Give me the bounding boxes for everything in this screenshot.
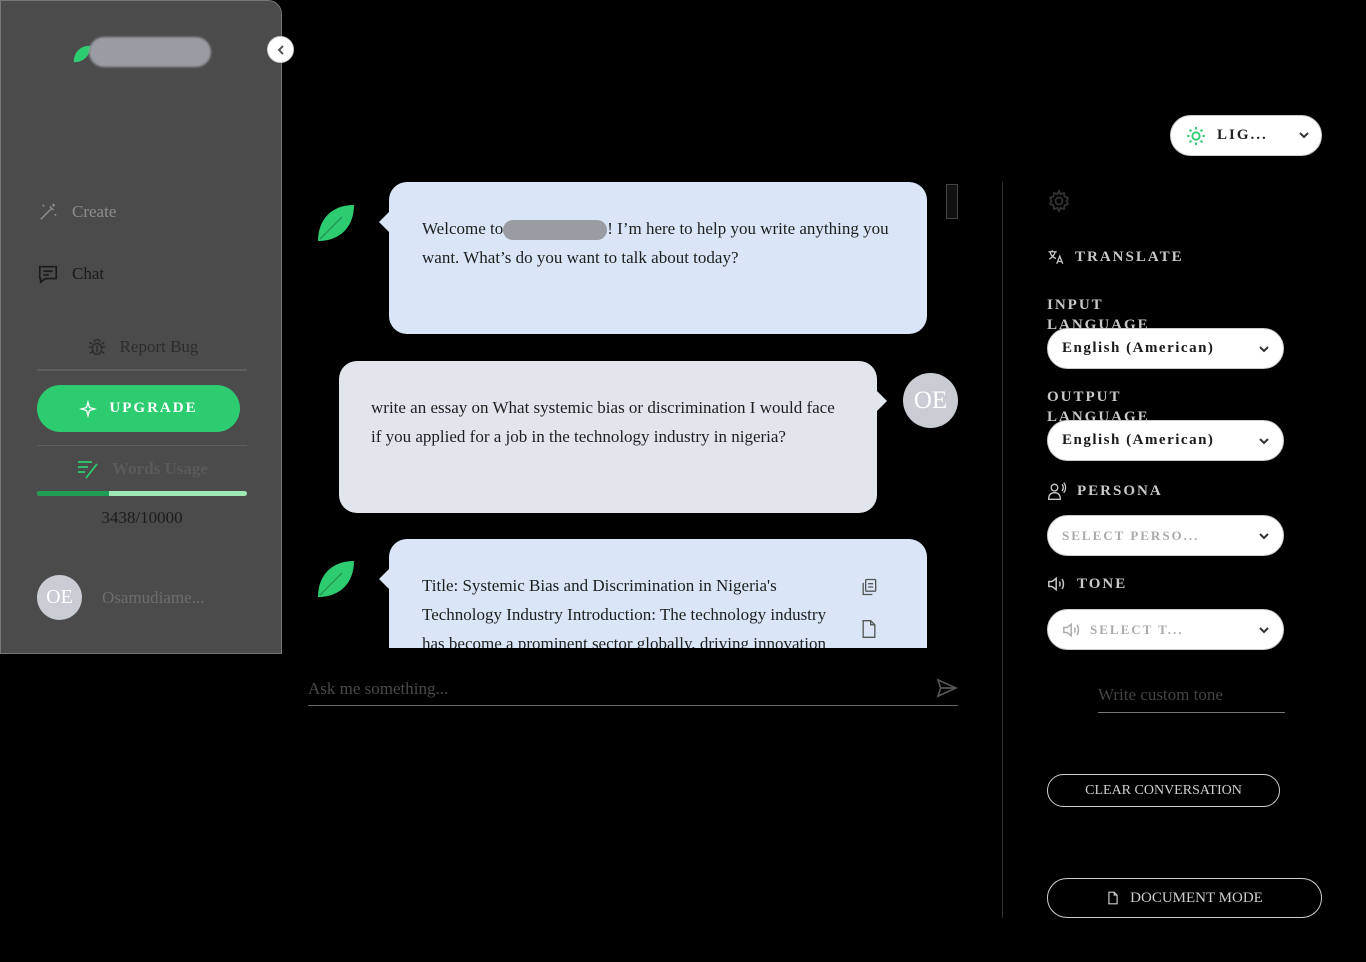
- chevron-down-icon: [1259, 533, 1269, 540]
- chat-icon: [38, 265, 58, 284]
- divider: [37, 445, 247, 446]
- output-language-select[interactable]: English (American): [1047, 420, 1284, 461]
- avatar: OE: [37, 575, 82, 620]
- chevron-down-icon: [1259, 346, 1269, 353]
- tone-label: TONE: [1077, 575, 1128, 592]
- tone-placeholder: SELECT T...: [1090, 621, 1184, 637]
- document-mode-button[interactable]: DOCUMENT MODE: [1047, 878, 1322, 918]
- gear-icon[interactable]: [1047, 189, 1071, 213]
- speaker-icon: [1048, 576, 1065, 592]
- chat-messages[interactable]: Welcome to! I’m here to help you write a…: [300, 182, 960, 648]
- collapse-sidebar-button[interactable]: [267, 36, 294, 63]
- message-text: write an essay on What systemic bias or …: [371, 398, 835, 446]
- custom-tone-input[interactable]: [1098, 677, 1285, 713]
- persona-select[interactable]: SELECT PERSO...: [1047, 515, 1284, 556]
- report-bug-button[interactable]: Report Bug: [37, 325, 247, 371]
- output-language-value: English (American): [1062, 432, 1215, 448]
- input-language-select[interactable]: English (American): [1047, 328, 1284, 369]
- sidebar: Create Chat Report Bug UPGRADE Words Usa…: [0, 0, 282, 654]
- document-icon: [1108, 891, 1118, 905]
- sidebar-item-label: Chat: [72, 264, 105, 283]
- chevron-down-icon: [1299, 132, 1309, 139]
- user-profile[interactable]: OE Osamudiame...: [37, 575, 204, 620]
- theme-select[interactable]: LIG...: [1170, 115, 1322, 156]
- input-language-value: English (American): [1062, 340, 1215, 356]
- words-usage-header: Words Usage: [37, 458, 247, 480]
- words-usage-count: 3438/10000: [101, 508, 183, 527]
- bot-avatar-icon: [318, 561, 354, 597]
- chat-scrollbar[interactable]: [946, 184, 958, 219]
- avatar: OE: [903, 373, 958, 428]
- translate-icon: [1048, 250, 1064, 265]
- chat-input[interactable]: [308, 672, 958, 706]
- persona-placeholder: SELECT PERSO...: [1062, 527, 1200, 543]
- clear-conversation-button[interactable]: CLEAR CONVERSATION: [1047, 774, 1280, 807]
- copy-icon[interactable]: [859, 577, 879, 597]
- logo-name-redacted: [89, 37, 211, 67]
- persona-icon: [1047, 482, 1067, 500]
- clear-conversation-label: CLEAR CONVERSATION: [1085, 782, 1242, 798]
- persona-heading: PERSONA: [1047, 480, 1163, 502]
- assistant-message: Welcome to! I’m here to help you write a…: [379, 182, 927, 334]
- magic-pen-icon: [40, 203, 57, 220]
- upgrade-button[interactable]: UPGRADE: [37, 385, 240, 432]
- theme-select-value: LIG...: [1217, 127, 1268, 143]
- chevron-down-icon: [1259, 438, 1269, 445]
- panel-divider: [1002, 182, 1003, 918]
- speaker-icon: [1063, 622, 1080, 637]
- chevron-down-icon: [1259, 627, 1269, 634]
- words-usage-progress-bar: [37, 491, 247, 496]
- user-name: Osamudiame...: [102, 587, 205, 607]
- persona-label: PERSONA: [1077, 482, 1163, 499]
- sun-icon: [1186, 126, 1206, 145]
- translate-heading: TRANSLATE: [1047, 247, 1184, 267]
- translate-label: TRANSLATE: [1075, 248, 1184, 265]
- tone-select[interactable]: SELECT T...: [1047, 609, 1284, 650]
- sidebar-item-label: Create: [72, 202, 117, 221]
- words-usage-label: Words Usage: [112, 459, 208, 478]
- document-icon[interactable]: [859, 619, 879, 639]
- chevron-left-icon: [277, 44, 284, 55]
- bug-icon: [88, 338, 105, 356]
- bot-avatar-icon: [318, 205, 354, 241]
- document-mode-label: DOCUMENT MODE: [1130, 889, 1263, 906]
- message-actions: [859, 577, 879, 639]
- assistant-message: Title: Systemic Bias and Discrimination …: [379, 539, 927, 648]
- app-logo[interactable]: [71, 35, 216, 71]
- tone-heading: TONE: [1047, 575, 1127, 593]
- sidebar-item-create[interactable]: Create: [37, 201, 116, 223]
- words-usage-icon: [78, 461, 98, 479]
- sparkle-icon: [79, 399, 98, 418]
- upgrade-label: UPGRADE: [109, 400, 198, 416]
- sidebar-item-chat[interactable]: Chat: [37, 263, 104, 285]
- app-name-redacted: [503, 220, 608, 241]
- user-message: write an essay on What systemic bias or …: [339, 361, 887, 513]
- words-usage-progress-fill: [37, 491, 110, 496]
- message-text: Welcome to: [422, 219, 504, 238]
- report-bug-label: Report Bug: [119, 337, 199, 356]
- message-text: Title: Systemic Bias and Discrimination …: [422, 576, 827, 648]
- send-icon[interactable]: [936, 678, 958, 698]
